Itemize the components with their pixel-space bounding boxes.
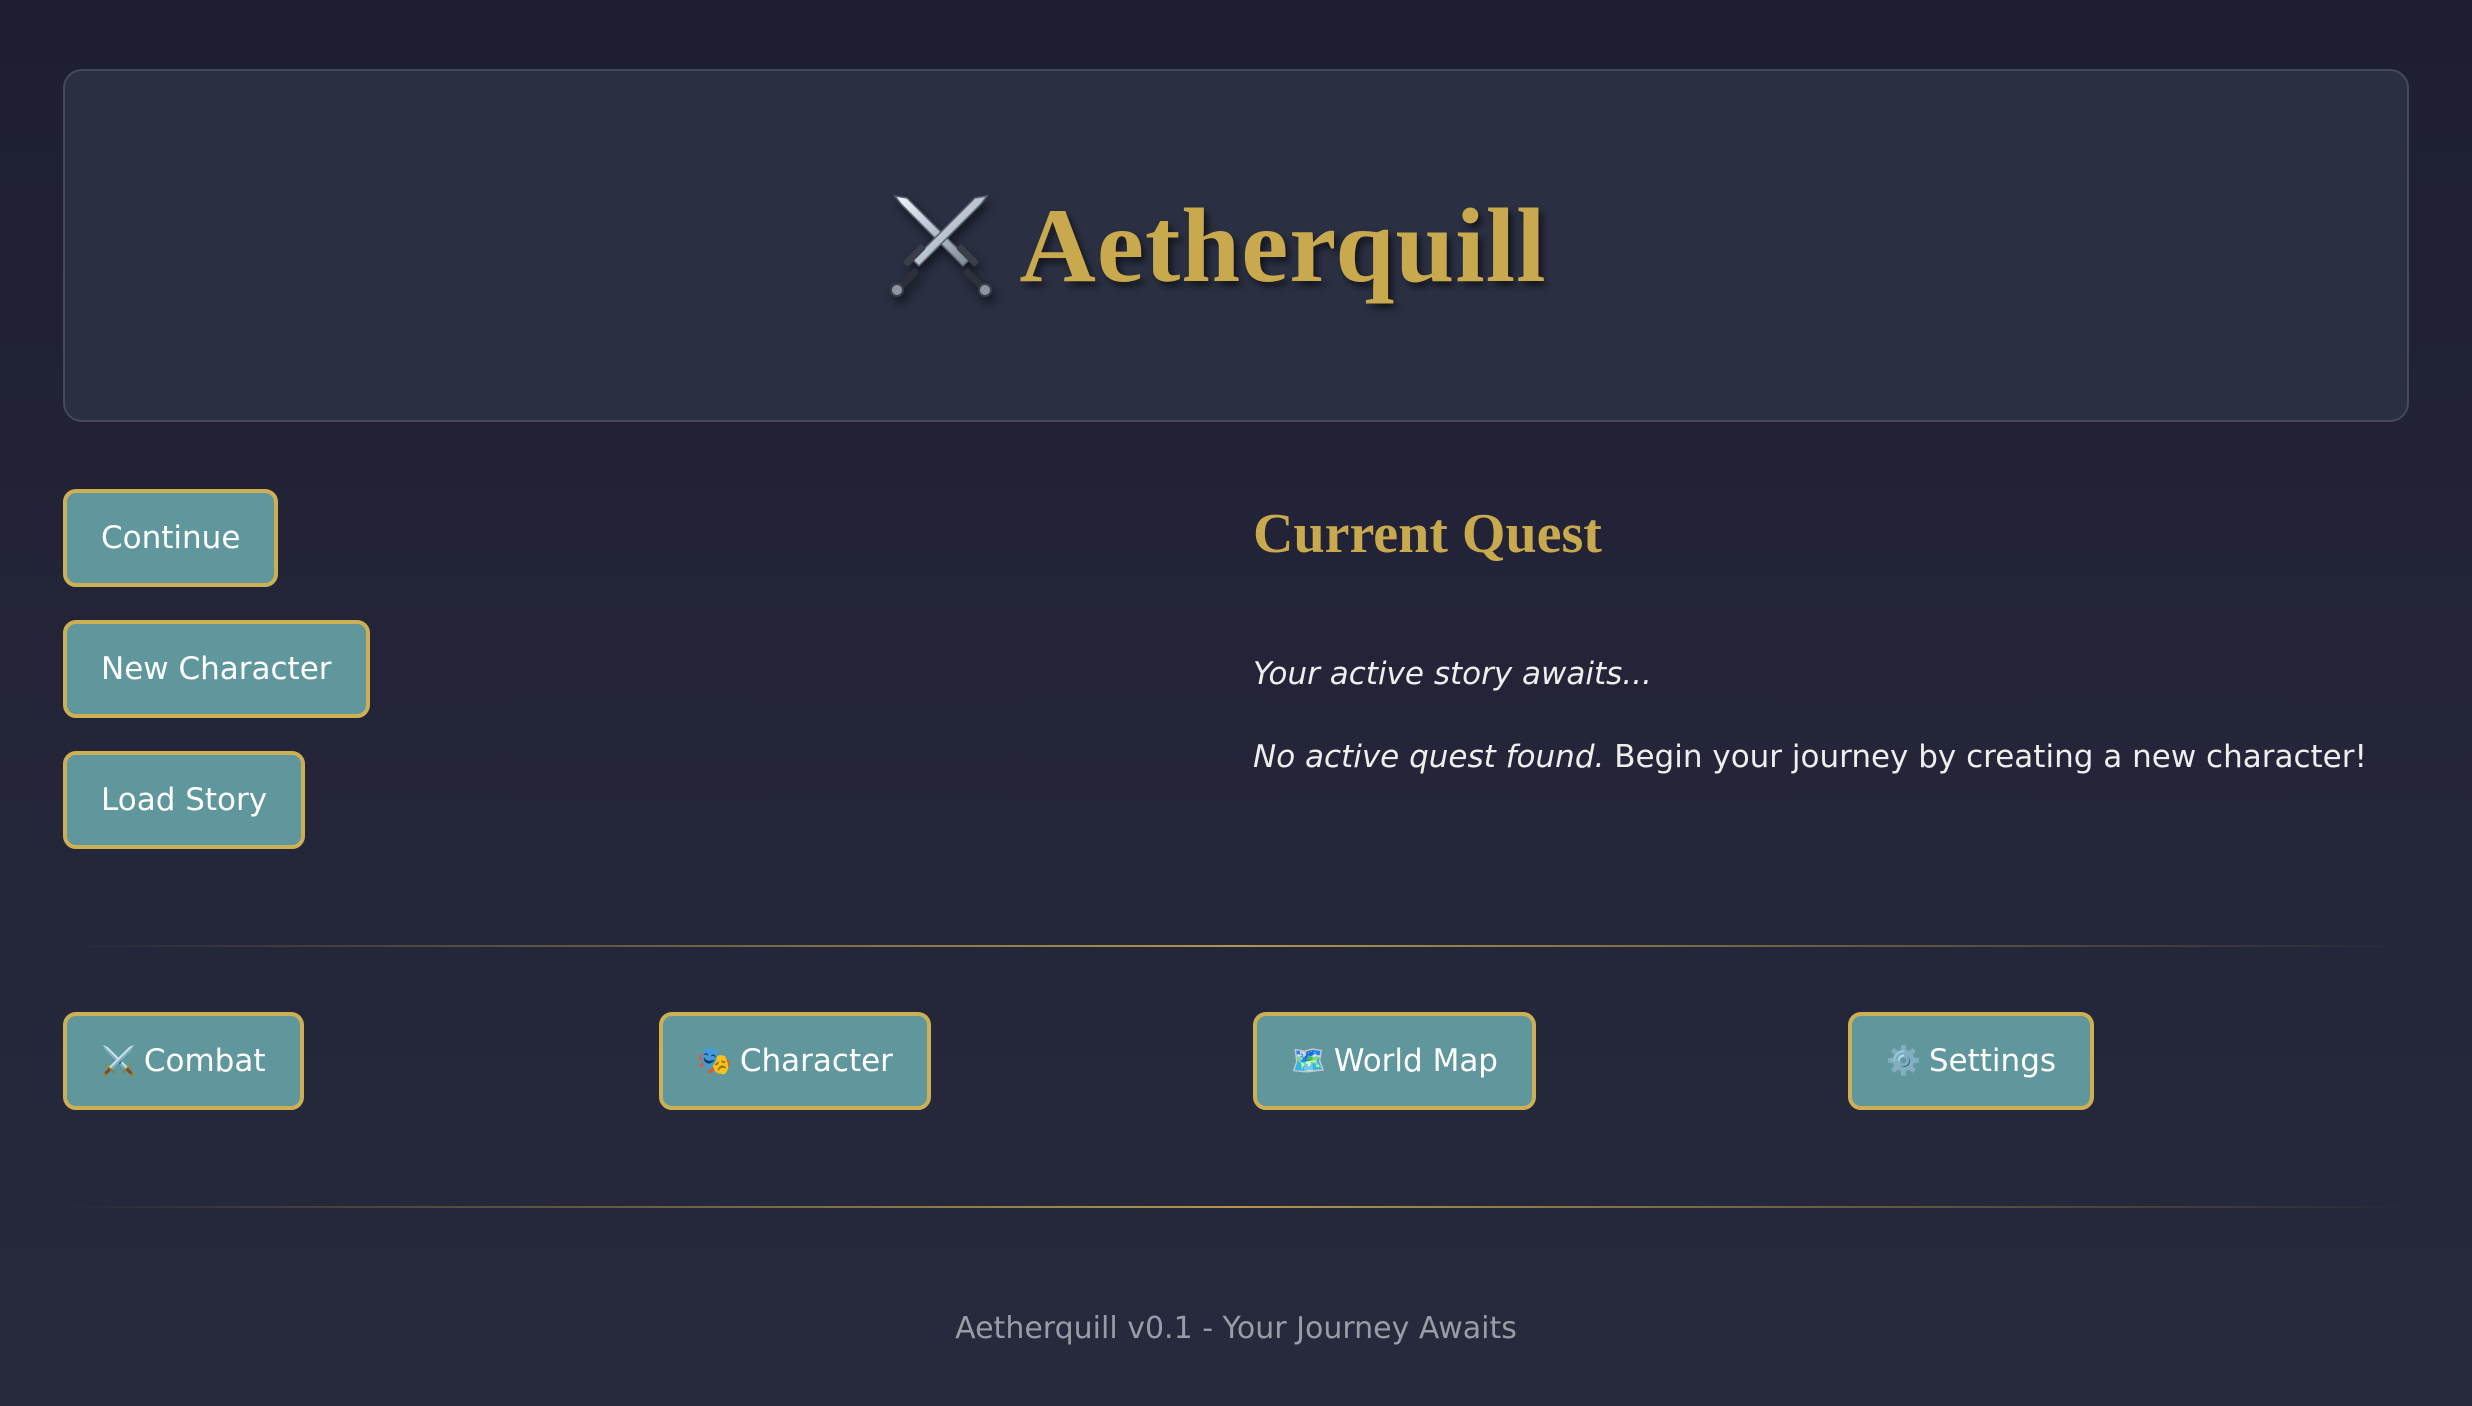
footer-version-text: Aetherquill v0.1 - Your Journey Awaits <box>955 1311 1517 1346</box>
quest-status-emphasis: No active quest found. <box>1253 739 1605 775</box>
app-title: Aetherquill <box>1019 186 1547 304</box>
load-story-button[interactable]: Load Story <box>63 751 306 849</box>
settings-button-label: Settings <box>1928 1043 2057 1079</box>
divider-bottom <box>63 1206 2409 1208</box>
divider-top <box>63 945 2409 947</box>
current-quest-heading: Current Quest <box>1253 503 1602 565</box>
character-button-label: Character <box>739 1043 893 1079</box>
continue-button-label: Continue <box>101 520 241 556</box>
world-map-button-label: World Map <box>1333 1043 1498 1079</box>
title-group: Aetherquill <box>885 185 1546 307</box>
quest-status-message: No active quest found. Begin your journe… <box>1253 739 2367 775</box>
new-character-button-label: New Character <box>101 651 332 687</box>
continue-button[interactable]: Continue <box>63 489 279 587</box>
settings-button[interactable]: ⚙️ Settings <box>1848 1012 2095 1110</box>
crossed-swords-icon <box>890 194 993 297</box>
combat-button-label: Combat <box>143 1043 266 1079</box>
crossed-swords-icon: ⚔️ <box>101 1044 136 1077</box>
world-map-button[interactable]: 🗺️ World Map <box>1253 1012 1536 1110</box>
world-map-icon: 🗺️ <box>1291 1044 1326 1077</box>
new-character-button[interactable]: New Character <box>63 620 370 718</box>
load-story-button-label: Load Story <box>101 782 268 818</box>
quest-subtitle: Your active story awaits... <box>1253 656 1652 692</box>
title-banner: Aetherquill <box>63 69 2409 422</box>
theater-masks-icon: 🎭 <box>697 1044 732 1077</box>
character-button[interactable]: 🎭 Character <box>659 1012 931 1110</box>
quest-status-rest: Begin your journey by creating a new cha… <box>1604 739 2367 775</box>
combat-button[interactable]: ⚔️ Combat <box>63 1012 304 1110</box>
gear-icon: ⚙️ <box>1886 1044 1921 1077</box>
